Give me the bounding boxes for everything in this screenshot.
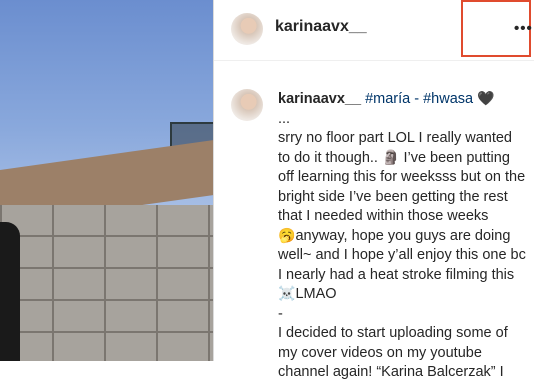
caption-ellipsis: ... bbox=[278, 110, 291, 127]
caption-text: karinaavx__ #maría - #hwasa 🖤 ... srry n… bbox=[278, 90, 528, 383]
caption-body-3: anyway, hope you guys are doing well~ an… bbox=[278, 227, 530, 283]
caption-body-4: LMAO bbox=[295, 286, 337, 302]
post-panel: karinaavx__ ••• karinaavx__ #maría - #hw… bbox=[214, 0, 534, 380]
header-username[interactable]: karinaavx__ bbox=[275, 18, 367, 36]
yawning-face-icon: 🥱 bbox=[278, 227, 296, 244]
hashtag-maria[interactable]: #maría bbox=[365, 91, 410, 107]
black-heart-icon: 🖤 bbox=[477, 91, 495, 107]
caption-avatar[interactable] bbox=[231, 89, 263, 121]
dancer-silhouette bbox=[0, 222, 20, 361]
hashtag-separator: - bbox=[410, 91, 424, 107]
post-header: karinaavx__ ••• bbox=[214, 0, 534, 61]
more-horizontal-icon[interactable]: ••• bbox=[514, 20, 533, 37]
caption-username[interactable]: karinaavx__ bbox=[278, 91, 361, 107]
block-wall bbox=[0, 205, 213, 361]
hashtag-hwasa[interactable]: #hwasa bbox=[423, 91, 473, 107]
avatar[interactable] bbox=[231, 13, 263, 45]
skull-crossbones-icon: ☠️ bbox=[278, 286, 296, 302]
caption-body-5: I decided to start uploading some of my … bbox=[278, 325, 512, 380]
moai-icon: 🗿 bbox=[382, 149, 400, 166]
video-player[interactable] bbox=[0, 0, 213, 361]
caption-dash: - bbox=[278, 305, 283, 322]
